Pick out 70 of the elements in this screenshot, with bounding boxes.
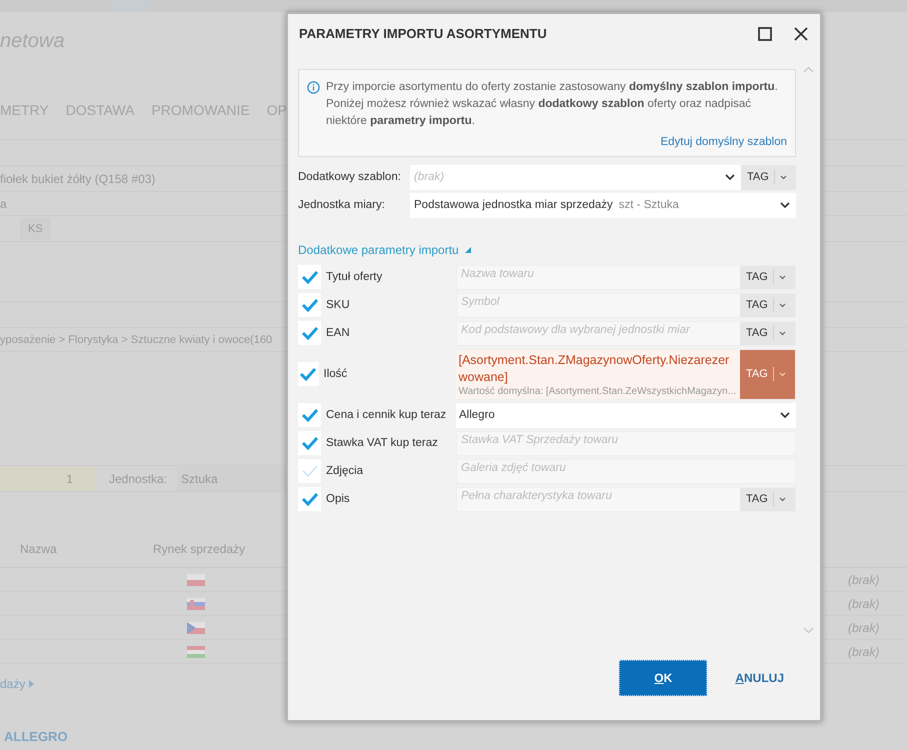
- param-field[interactable]: Nazwa towaru TAG: [456, 264, 796, 290]
- checkbox[interactable]: [298, 403, 321, 428]
- section-heading: ALLEGRO: [3, 728, 69, 746]
- tag-button[interactable]: TAG: [740, 350, 795, 399]
- param-label: Tytuł oferty: [326, 271, 384, 284]
- checkmark-icon: [300, 298, 318, 312]
- chevron-down-icon: [780, 174, 787, 180]
- param-label: SKU: [326, 299, 351, 312]
- param-label: Stawka VAT kup teraz: [326, 437, 439, 450]
- chevron-down-icon: [778, 372, 786, 377]
- checkbox[interactable]: [298, 431, 321, 456]
- flag-icon: [187, 574, 205, 586]
- expand-triangle-icon: [464, 246, 471, 253]
- maximize-icon[interactable]: [758, 26, 772, 41]
- param-field[interactable]: Pełna charakterystyka towaru TAG: [456, 486, 796, 512]
- chevron-down-icon[interactable]: [780, 412, 790, 418]
- tag-button[interactable]: TAG: [740, 294, 795, 317]
- tag-button[interactable]: TAG: [741, 164, 796, 190]
- column-header: Nazwa: [20, 542, 58, 556]
- checkmark-icon: [299, 367, 318, 382]
- chevron-down-icon[interactable]: [725, 174, 735, 180]
- checkbox[interactable]: [298, 265, 321, 290]
- column-header: Rynek sprzedaży: [153, 542, 246, 556]
- checkbox[interactable]: [298, 362, 318, 386]
- field-label: Jednostka miary:: [298, 199, 386, 212]
- unit-select[interactable]: Podstawowa jednostka miar sprzedaży szt - Sztuka: [410, 192, 796, 218]
- section-toggle-link[interactable]: Dodatkowe parametry importu: [298, 242, 471, 257]
- price-select[interactable]: Allegro: [456, 402, 796, 428]
- param-label: EAN: [326, 327, 351, 340]
- cancel-button[interactable]: ANULUJ: [735, 660, 784, 696]
- checkmark-icon: [300, 326, 318, 340]
- param-field[interactable]: [Asortyment.Stan.ZMagazynowOferty.Niezarezerwowane] Wartość domyślna: [Asortyment.Stan.ZeWszystkichMagazyn... TAG: [454, 348, 796, 400]
- param-field[interactable]: Symbol TAG: [456, 292, 796, 318]
- param-label: Ilość: [324, 368, 348, 380]
- checkmark-icon: [300, 436, 318, 450]
- close-icon[interactable]: [794, 26, 808, 41]
- checkmark-icon: [300, 270, 318, 284]
- checkbox[interactable]: [298, 293, 321, 318]
- param-field[interactable]: Kod podstawowy dla wybranej jednostki miar TAG: [456, 320, 796, 346]
- product-name: fiołek bukiet żółty (Q158 #03): [0, 172, 156, 186]
- flag-icon: [187, 598, 205, 610]
- unit-label: Jednostka:: [109, 472, 168, 486]
- field-label: Dodatkowy szablon:: [298, 171, 402, 184]
- chevron-down-icon: [778, 274, 786, 280]
- param-label: Cena i cennik kup teraz: [326, 409, 448, 422]
- dialog-title: PARAMETRY IMPORTU ASORTYMENTU: [299, 26, 548, 42]
- checkmark-icon: [300, 408, 318, 422]
- chevron-down-icon: [778, 496, 786, 502]
- checkmark-icon: [300, 464, 318, 478]
- info-icon: [307, 80, 320, 94]
- checkmark-icon: [300, 492, 318, 506]
- flag-icon: [187, 646, 205, 658]
- tag-button[interactable]: TAG: [740, 488, 795, 511]
- caret-right-icon: [29, 680, 34, 688]
- category-path: yposażenie > Florystyka > Sztuczne kwiaty i owoce(160: [0, 334, 272, 346]
- ok-button[interactable]: OK: [619, 660, 708, 696]
- flag-icon: [187, 622, 205, 634]
- edit-template-link[interactable]: Edytuj domyślny szablon: [660, 136, 787, 148]
- param-label: Zdjęcia: [326, 465, 364, 478]
- tag-button[interactable]: TAG: [740, 322, 795, 345]
- chevron-down-icon: [778, 330, 786, 336]
- info-text: Poniżej możesz również wskazać własny dodatkowy szablon oferty oraz nadpisać niektóre parametry importu.: [326, 96, 752, 129]
- info-text: Przy imporcie asortymentu do oferty zostanie zastosowany domyślny szablon importu.: [326, 80, 779, 95]
- chevron-down-icon[interactable]: [780, 202, 790, 208]
- checkbox[interactable]: [298, 321, 321, 346]
- chevron-down-icon: [778, 302, 786, 308]
- tag-button[interactable]: TAG: [740, 266, 795, 289]
- field-value: a: [0, 196, 7, 210]
- param-label: Opis: [326, 493, 351, 506]
- checkbox[interactable]: [298, 487, 321, 512]
